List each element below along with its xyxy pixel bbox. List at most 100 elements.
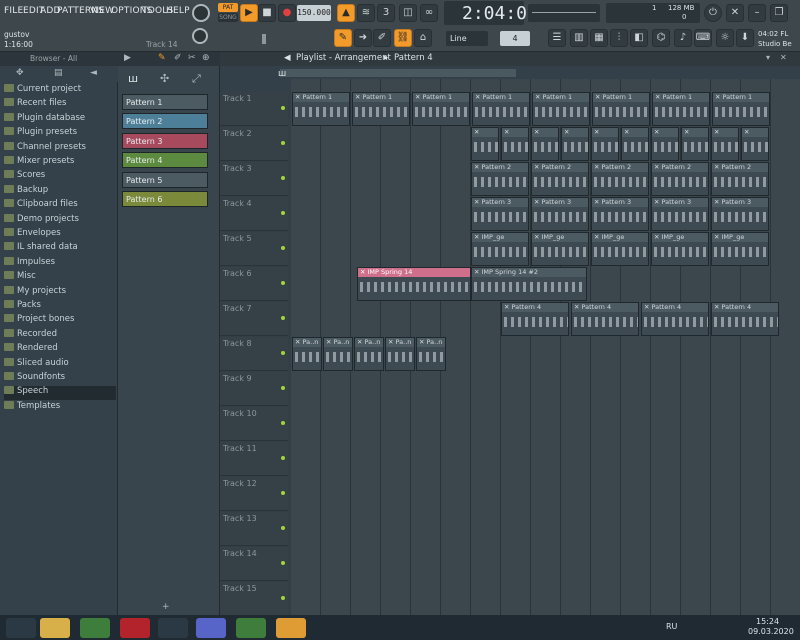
track-header[interactable]: Track 9: [220, 372, 288, 406]
song-mode-button[interactable]: SONG: [218, 13, 238, 22]
playlist-clip[interactable]: ✕ Pattern 1: [592, 92, 650, 126]
playlist-clip[interactable]: ✕ IMP_ge: [711, 232, 769, 266]
pat-mode-button[interactable]: PAT: [218, 3, 238, 12]
loop-record-button[interactable]: ∞: [420, 4, 438, 22]
pattern-item[interactable]: Pattern 1: [122, 94, 208, 110]
playlist-clip[interactable]: ✕ Pattern 3: [471, 197, 529, 231]
plugin-picker-button[interactable]: ⌬: [652, 29, 670, 47]
time-display[interactable]: 2:04:07: [444, 1, 538, 25]
playlist-clip[interactable]: ✕ Pa..n 6: [323, 337, 353, 371]
browser-item[interactable]: Packs: [4, 300, 41, 314]
pattern-button[interactable]: ⌂: [414, 29, 432, 47]
draw-pencil-icon[interactable]: ✎: [158, 53, 166, 63]
playlist-clip[interactable]: ✕ Pattern 1: [292, 92, 350, 126]
track-header[interactable]: Track 2: [220, 127, 288, 161]
browser-item[interactable]: Channel presets: [4, 141, 86, 156]
playlist-clip[interactable]: ✕ Pattern 1: [652, 92, 710, 126]
browser-item[interactable]: Recent files: [4, 98, 66, 112]
playlist-clip[interactable]: ✕ Pattern 4: [571, 302, 639, 336]
start-icon[interactable]: [6, 618, 36, 638]
playlist-clip[interactable]: ✕ Pattern 4: [711, 302, 779, 336]
track-header[interactable]: Track 4: [220, 197, 288, 231]
wait-input-button[interactable]: ≋: [357, 4, 375, 22]
playlist-clip[interactable]: ✕ Pattern 1: [532, 92, 590, 126]
brush-button[interactable]: ✐: [373, 29, 391, 47]
menu-file[interactable]: FILE: [4, 6, 23, 16]
pattern-grid-icon[interactable]: ш: [128, 72, 138, 85]
browser-view-button[interactable]: ◧: [630, 29, 648, 47]
track-mute-led[interactable]: [281, 106, 285, 110]
browser-item[interactable]: Templates: [4, 400, 60, 415]
pattern-item[interactable]: Pattern 6: [122, 191, 208, 207]
fox-icon[interactable]: [158, 618, 188, 638]
browser-item[interactable]: Clipboard files: [4, 199, 78, 213]
plugin-db-button[interactable]: ♪: [674, 29, 692, 47]
playlist-clip[interactable]: ✕: [531, 127, 559, 161]
track-header[interactable]: Track 3: [220, 162, 288, 196]
arrow-button[interactable]: ➜: [354, 29, 372, 47]
playlist-clip[interactable]: ✕ Pattern 4: [641, 302, 709, 336]
track-mute-led[interactable]: [281, 281, 285, 285]
browser-item[interactable]: Backup: [4, 184, 48, 199]
playlist-clip[interactable]: ✕ Pa..n 6: [354, 337, 384, 371]
mixer-view-button[interactable]: ⫶: [610, 29, 628, 47]
pitch-slider[interactable]: [262, 34, 266, 44]
menu-help[interactable]: HELP: [166, 6, 190, 16]
track-header[interactable]: Track 11: [220, 442, 288, 476]
arrangement-grid[interactable]: ✕ Pattern 1 ✕ Pattern 1 ✕ Pattern 1 ✕ Patte…: [291, 79, 800, 615]
playlist-clip[interactable]: ✕ Pa..n 6: [416, 337, 446, 371]
arrows-icon[interactable]: ✥: [16, 68, 24, 78]
playlist-clip[interactable]: ✕: [471, 127, 499, 161]
playlist-clip[interactable]: ✕ Pattern 1: [712, 92, 770, 126]
browser-item[interactable]: Mixer presets: [4, 156, 74, 170]
track-mute-led[interactable]: [281, 596, 285, 600]
playlist-clip[interactable]: ✕ Pa..n 6: [292, 337, 322, 371]
news-button[interactable]: ☼: [716, 29, 734, 47]
playlist-menu-icon[interactable]: ▾: [766, 53, 770, 62]
fl-studio-icon[interactable]: [276, 618, 306, 638]
playlist-close-icon[interactable]: ✕: [780, 53, 787, 62]
track-mute-led[interactable]: [281, 491, 285, 495]
playlist-clip[interactable]: ✕ Pattern 2: [591, 162, 649, 196]
stop-button[interactable]: ■: [258, 4, 276, 22]
audio-clip-icon[interactable]: ✣: [160, 72, 169, 85]
browser-item[interactable]: Project bones: [4, 314, 74, 328]
chrome-2-icon[interactable]: [236, 618, 266, 638]
playlist-clip[interactable]: ✕ Pattern 1: [352, 92, 410, 126]
track-mute-led[interactable]: [281, 421, 285, 425]
track-mute-led[interactable]: [281, 526, 285, 530]
playlist-clip[interactable]: ✕ Pattern 4: [501, 302, 569, 336]
blend-notes-button[interactable]: ◫: [399, 4, 417, 22]
browser-item[interactable]: Rendered: [4, 343, 58, 357]
playlist-clip[interactable]: ✕: [621, 127, 649, 161]
track-mute-led[interactable]: [281, 386, 285, 390]
track-mute-led[interactable]: [281, 561, 285, 565]
track-mute-led[interactable]: [281, 141, 285, 145]
track-mute-led[interactable]: [281, 176, 285, 180]
pattern-item[interactable]: Pattern 4: [122, 152, 208, 169]
playlist-clip[interactable]: ✕ IMP_ge: [471, 232, 529, 266]
track-mute-led[interactable]: [281, 211, 285, 215]
delete-icon[interactable]: ✂: [188, 53, 196, 63]
paint-icon[interactable]: ✐: [174, 53, 182, 63]
playlist-current-pattern[interactable]: Pattern 4: [394, 53, 433, 63]
playlist-clip[interactable]: ✕: [651, 127, 679, 161]
playlist-clip[interactable]: ✕ IMP Spring 14 #2: [471, 267, 587, 301]
tempo-display[interactable]: 150.000: [297, 5, 331, 21]
pattern-item[interactable]: Pattern 3: [122, 132, 208, 149]
playlist-clip[interactable]: ✕: [561, 127, 589, 161]
browser-item[interactable]: Misc: [4, 271, 36, 285]
browser-item[interactable]: Speech: [4, 386, 116, 401]
playlist-clip[interactable]: ✕ IMP_ge: [591, 232, 649, 266]
browser-item[interactable]: Impulses: [4, 256, 55, 271]
playlist-clip[interactable]: ✕: [681, 127, 709, 161]
pattern-item[interactable]: Pattern 5: [122, 171, 208, 188]
playlist-clip[interactable]: ✕: [501, 127, 529, 161]
browser-item[interactable]: Soundfonts: [4, 372, 65, 386]
browser-item[interactable]: Sliced audio: [4, 357, 69, 372]
playlist-draw-tool[interactable]: ✎: [334, 29, 352, 47]
browser-item[interactable]: My projects: [4, 285, 66, 300]
language-indicator[interactable]: RU: [666, 622, 677, 631]
track-header[interactable]: Track 14: [220, 547, 288, 581]
explorer-icon[interactable]: [40, 618, 70, 638]
